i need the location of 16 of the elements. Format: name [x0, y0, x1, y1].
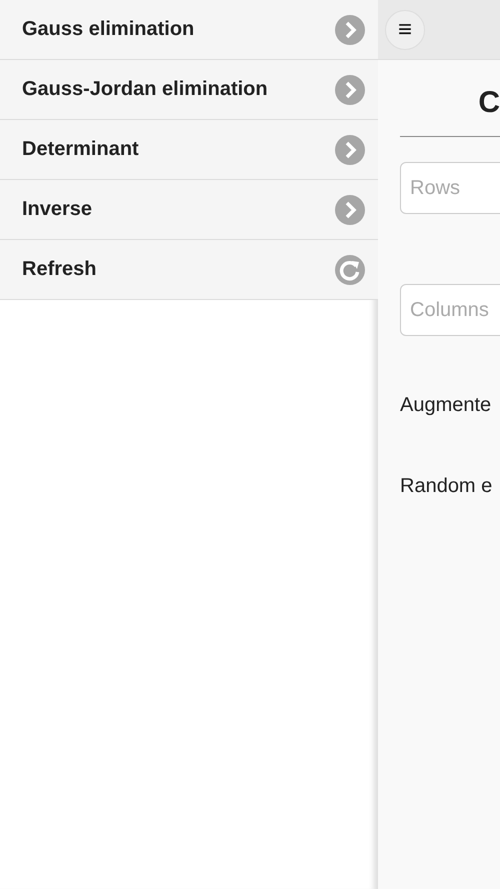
- option-label: Augmente: [400, 394, 492, 417]
- page-title: C: [477, 86, 500, 121]
- input-field[interactable]: Rows: [400, 162, 500, 214]
- refresh-icon: [335, 254, 365, 284]
- option-label: Random e: [400, 475, 494, 498]
- menu-item[interactable]: Determinant: [0, 120, 378, 180]
- menu-button[interactable]: ≡: [385, 10, 425, 50]
- input-field[interactable]: Columns: [400, 284, 500, 336]
- chevron-right-icon: [335, 194, 365, 224]
- chevron-right-icon: [335, 14, 365, 44]
- menu-item[interactable]: Inverse: [0, 180, 378, 240]
- chevron-right-icon: [335, 134, 365, 164]
- chevron-right-icon: [335, 74, 365, 104]
- menu-item[interactable]: Gauss elimination: [0, 0, 378, 60]
- menu-item[interactable]: Refresh: [0, 240, 378, 300]
- menu-item[interactable]: Gauss-Jordan elimination: [0, 60, 378, 120]
